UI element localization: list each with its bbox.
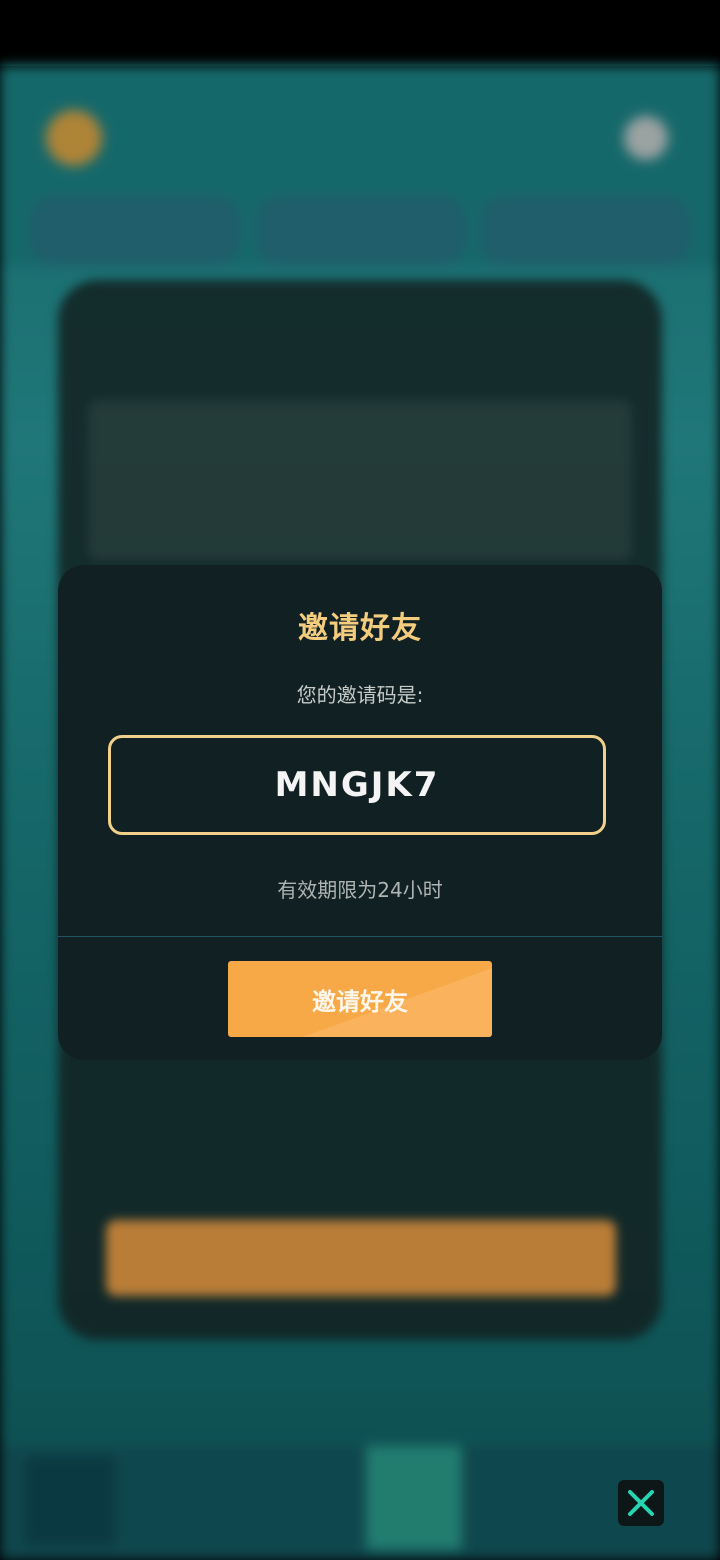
invite-friends-button[interactable]: 邀请好友	[228, 961, 492, 1037]
invite-friends-dialog: 邀请好友 您的邀请码是: MNGJK7 有效期限为24小时 邀请好友	[58, 565, 662, 1060]
status-bar	[0, 0, 720, 66]
invite-code-box[interactable]: MNGJK7	[108, 735, 606, 835]
close-button[interactable]	[618, 1480, 664, 1526]
close-icon	[628, 1490, 654, 1516]
invite-code-label: 您的邀请码是:	[296, 683, 424, 707]
divider	[58, 936, 662, 937]
invite-code-value: MNGJK7	[274, 765, 440, 805]
expiry-text: 有效期限为24小时	[277, 878, 443, 902]
dialog-title: 邀请好友	[298, 611, 422, 646]
